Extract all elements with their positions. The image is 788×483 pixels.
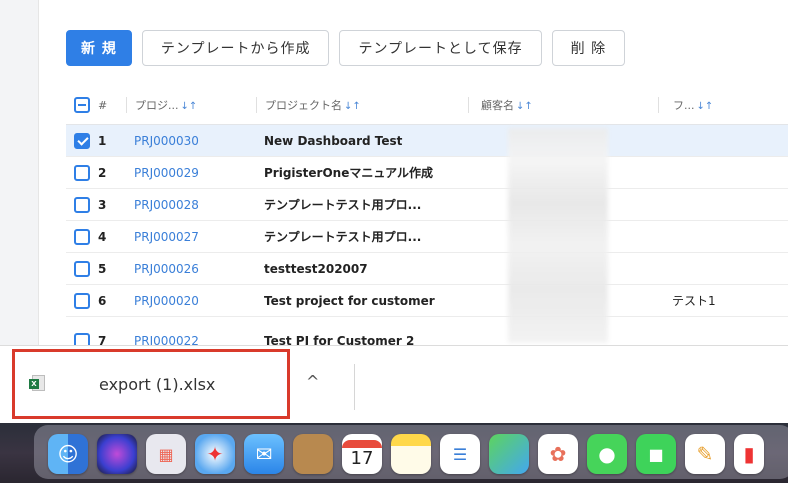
calendar-day: 17 bbox=[350, 447, 374, 469]
header-f-label: フ... bbox=[673, 99, 695, 112]
row-checkbox[interactable] bbox=[74, 332, 90, 345]
row-num: 6 bbox=[98, 293, 107, 308]
table-row[interactable]: 4 PRJ000027 テンプレートテスト用プロ... bbox=[66, 221, 788, 253]
project-name: New Dashboard Test bbox=[264, 133, 403, 148]
project-name: テンプレートテスト用プロ... bbox=[264, 230, 422, 244]
table-row[interactable]: 3 PRJ000028 テンプレートテスト用プロ... bbox=[66, 189, 788, 221]
project-code-link[interactable]: PRJ000030 bbox=[126, 134, 256, 148]
header-checkbox-cell bbox=[66, 97, 98, 113]
select-all-checkbox[interactable] bbox=[74, 97, 90, 113]
row-num: 1 bbox=[98, 133, 107, 148]
divider bbox=[354, 364, 355, 410]
row-num: 3 bbox=[98, 197, 107, 212]
header-customer[interactable]: 顧客名 ↓↑ bbox=[468, 97, 658, 113]
project-name: Test project for customer bbox=[264, 293, 435, 308]
calendar-icon[interactable]: 17 bbox=[342, 434, 382, 474]
launchpad-icon[interactable]: ▦ bbox=[146, 434, 186, 474]
project-code-link[interactable]: PRJ000029 bbox=[126, 166, 256, 180]
sort-icon[interactable]: ↓↑ bbox=[516, 101, 533, 112]
project-name: Test PJ for Customer 2 bbox=[264, 333, 415, 346]
notes-icon[interactable] bbox=[391, 434, 431, 474]
row-checkbox[interactable] bbox=[74, 196, 90, 213]
project-code-link[interactable]: PRJ000020 bbox=[126, 294, 256, 308]
header-project-code[interactable]: プロジ... ↓↑ bbox=[126, 97, 256, 113]
calendar-header bbox=[342, 439, 382, 448]
project-code-link[interactable]: PRJ000027 bbox=[126, 230, 256, 244]
header-project-name-label: プロジェクト名 bbox=[265, 99, 342, 112]
create-from-template-button[interactable]: テンプレートから作成 bbox=[141, 30, 330, 66]
project-name: PrigisterOneマニュアル作成 bbox=[264, 166, 433, 180]
contacts-icon[interactable] bbox=[293, 434, 333, 474]
project-code-link[interactable]: PRJ000026 bbox=[126, 262, 256, 276]
chevron-up-icon[interactable]: ^ bbox=[306, 372, 319, 391]
project-name: testtest202007 bbox=[264, 261, 368, 276]
table-row[interactable]: 1 PRJ000030 New Dashboard Test bbox=[66, 125, 788, 157]
f-cell: テスト1 bbox=[672, 294, 716, 308]
pages-icon[interactable]: ✎ bbox=[685, 434, 725, 474]
table-row[interactable]: 6 PRJ000020 Test project for customer テス… bbox=[66, 285, 788, 317]
sort-icon[interactable]: ↓↑ bbox=[697, 101, 714, 112]
table-row[interactable]: 5 PRJ000026 testtest202007 bbox=[66, 253, 788, 285]
download-item[interactable]: X export (1).xlsx bbox=[12, 349, 290, 419]
table-header: # プロジ... ↓↑ プロジェクト名 ↓↑ 顧客名 ↓↑ フ... ↓↑ bbox=[66, 86, 788, 125]
row-checkbox[interactable] bbox=[74, 164, 90, 181]
customer-column-redacted bbox=[508, 128, 608, 343]
siri-icon[interactable] bbox=[97, 434, 137, 474]
sort-icon[interactable]: ↓↑ bbox=[181, 101, 198, 112]
more-icon[interactable]: ▮ bbox=[734, 434, 764, 474]
project-name: テンプレートテスト用プロ... bbox=[264, 198, 422, 212]
row-num: 7 bbox=[98, 333, 107, 346]
row-checkbox[interactable] bbox=[74, 292, 90, 309]
safari-icon[interactable]: ✦ bbox=[195, 434, 235, 474]
row-checkbox[interactable] bbox=[74, 260, 90, 277]
messages-icon[interactable]: ● bbox=[587, 434, 627, 474]
row-num: 4 bbox=[98, 229, 107, 244]
project-table: # プロジ... ↓↑ プロジェクト名 ↓↑ 顧客名 ↓↑ フ... ↓↑ 1 PRJ0… bbox=[66, 86, 788, 317]
header-f[interactable]: フ... ↓↑ bbox=[658, 97, 788, 113]
excel-file-icon: X bbox=[29, 375, 45, 393]
maps-icon[interactable] bbox=[489, 434, 529, 474]
project-code-link[interactable]: PRJ000022 bbox=[126, 334, 256, 346]
header-project-code-label: プロジ... bbox=[135, 99, 179, 112]
download-filename: export (1).xlsx bbox=[99, 374, 216, 394]
save-as-template-button[interactable]: テンプレートとして保存 bbox=[339, 30, 542, 66]
header-customer-label: 顧客名 bbox=[481, 99, 514, 112]
sidebar-strip bbox=[0, 0, 39, 345]
table-row[interactable]: 2 PRJ000029 PrigisterOneマニュアル作成 bbox=[66, 157, 788, 189]
table-row[interactable]: 7 PRJ000022 Test PJ for Customer 2 bbox=[66, 329, 788, 345]
reminders-icon[interactable]: ☰ bbox=[440, 434, 480, 474]
new-button[interactable]: 新 規 bbox=[66, 30, 132, 66]
header-num: # bbox=[98, 98, 108, 112]
sort-icon[interactable]: ↓↑ bbox=[344, 101, 361, 112]
project-code-link[interactable]: PRJ000028 bbox=[126, 198, 256, 212]
header-project-name[interactable]: プロジェクト名 ↓↑ bbox=[256, 97, 468, 113]
row-checkbox[interactable] bbox=[74, 228, 90, 245]
mail-icon[interactable]: ✉ bbox=[244, 434, 284, 474]
photos-icon[interactable]: ✿ bbox=[538, 434, 578, 474]
facetime-icon[interactable]: ■ bbox=[636, 434, 676, 474]
row-num: 2 bbox=[98, 165, 107, 180]
download-bar: X export (1).xlsx ^ bbox=[0, 345, 788, 424]
table-row-clipped: 7 PRJ000022 Test PJ for Customer 2 bbox=[66, 329, 788, 345]
row-num: 5 bbox=[98, 261, 107, 276]
toolbar: 新 規 テンプレートから作成 テンプレートとして保存 削 除 bbox=[66, 30, 626, 66]
delete-button[interactable]: 削 除 bbox=[551, 30, 626, 66]
row-checkbox[interactable] bbox=[74, 132, 90, 149]
finder-icon[interactable]: ☺ bbox=[48, 434, 88, 474]
